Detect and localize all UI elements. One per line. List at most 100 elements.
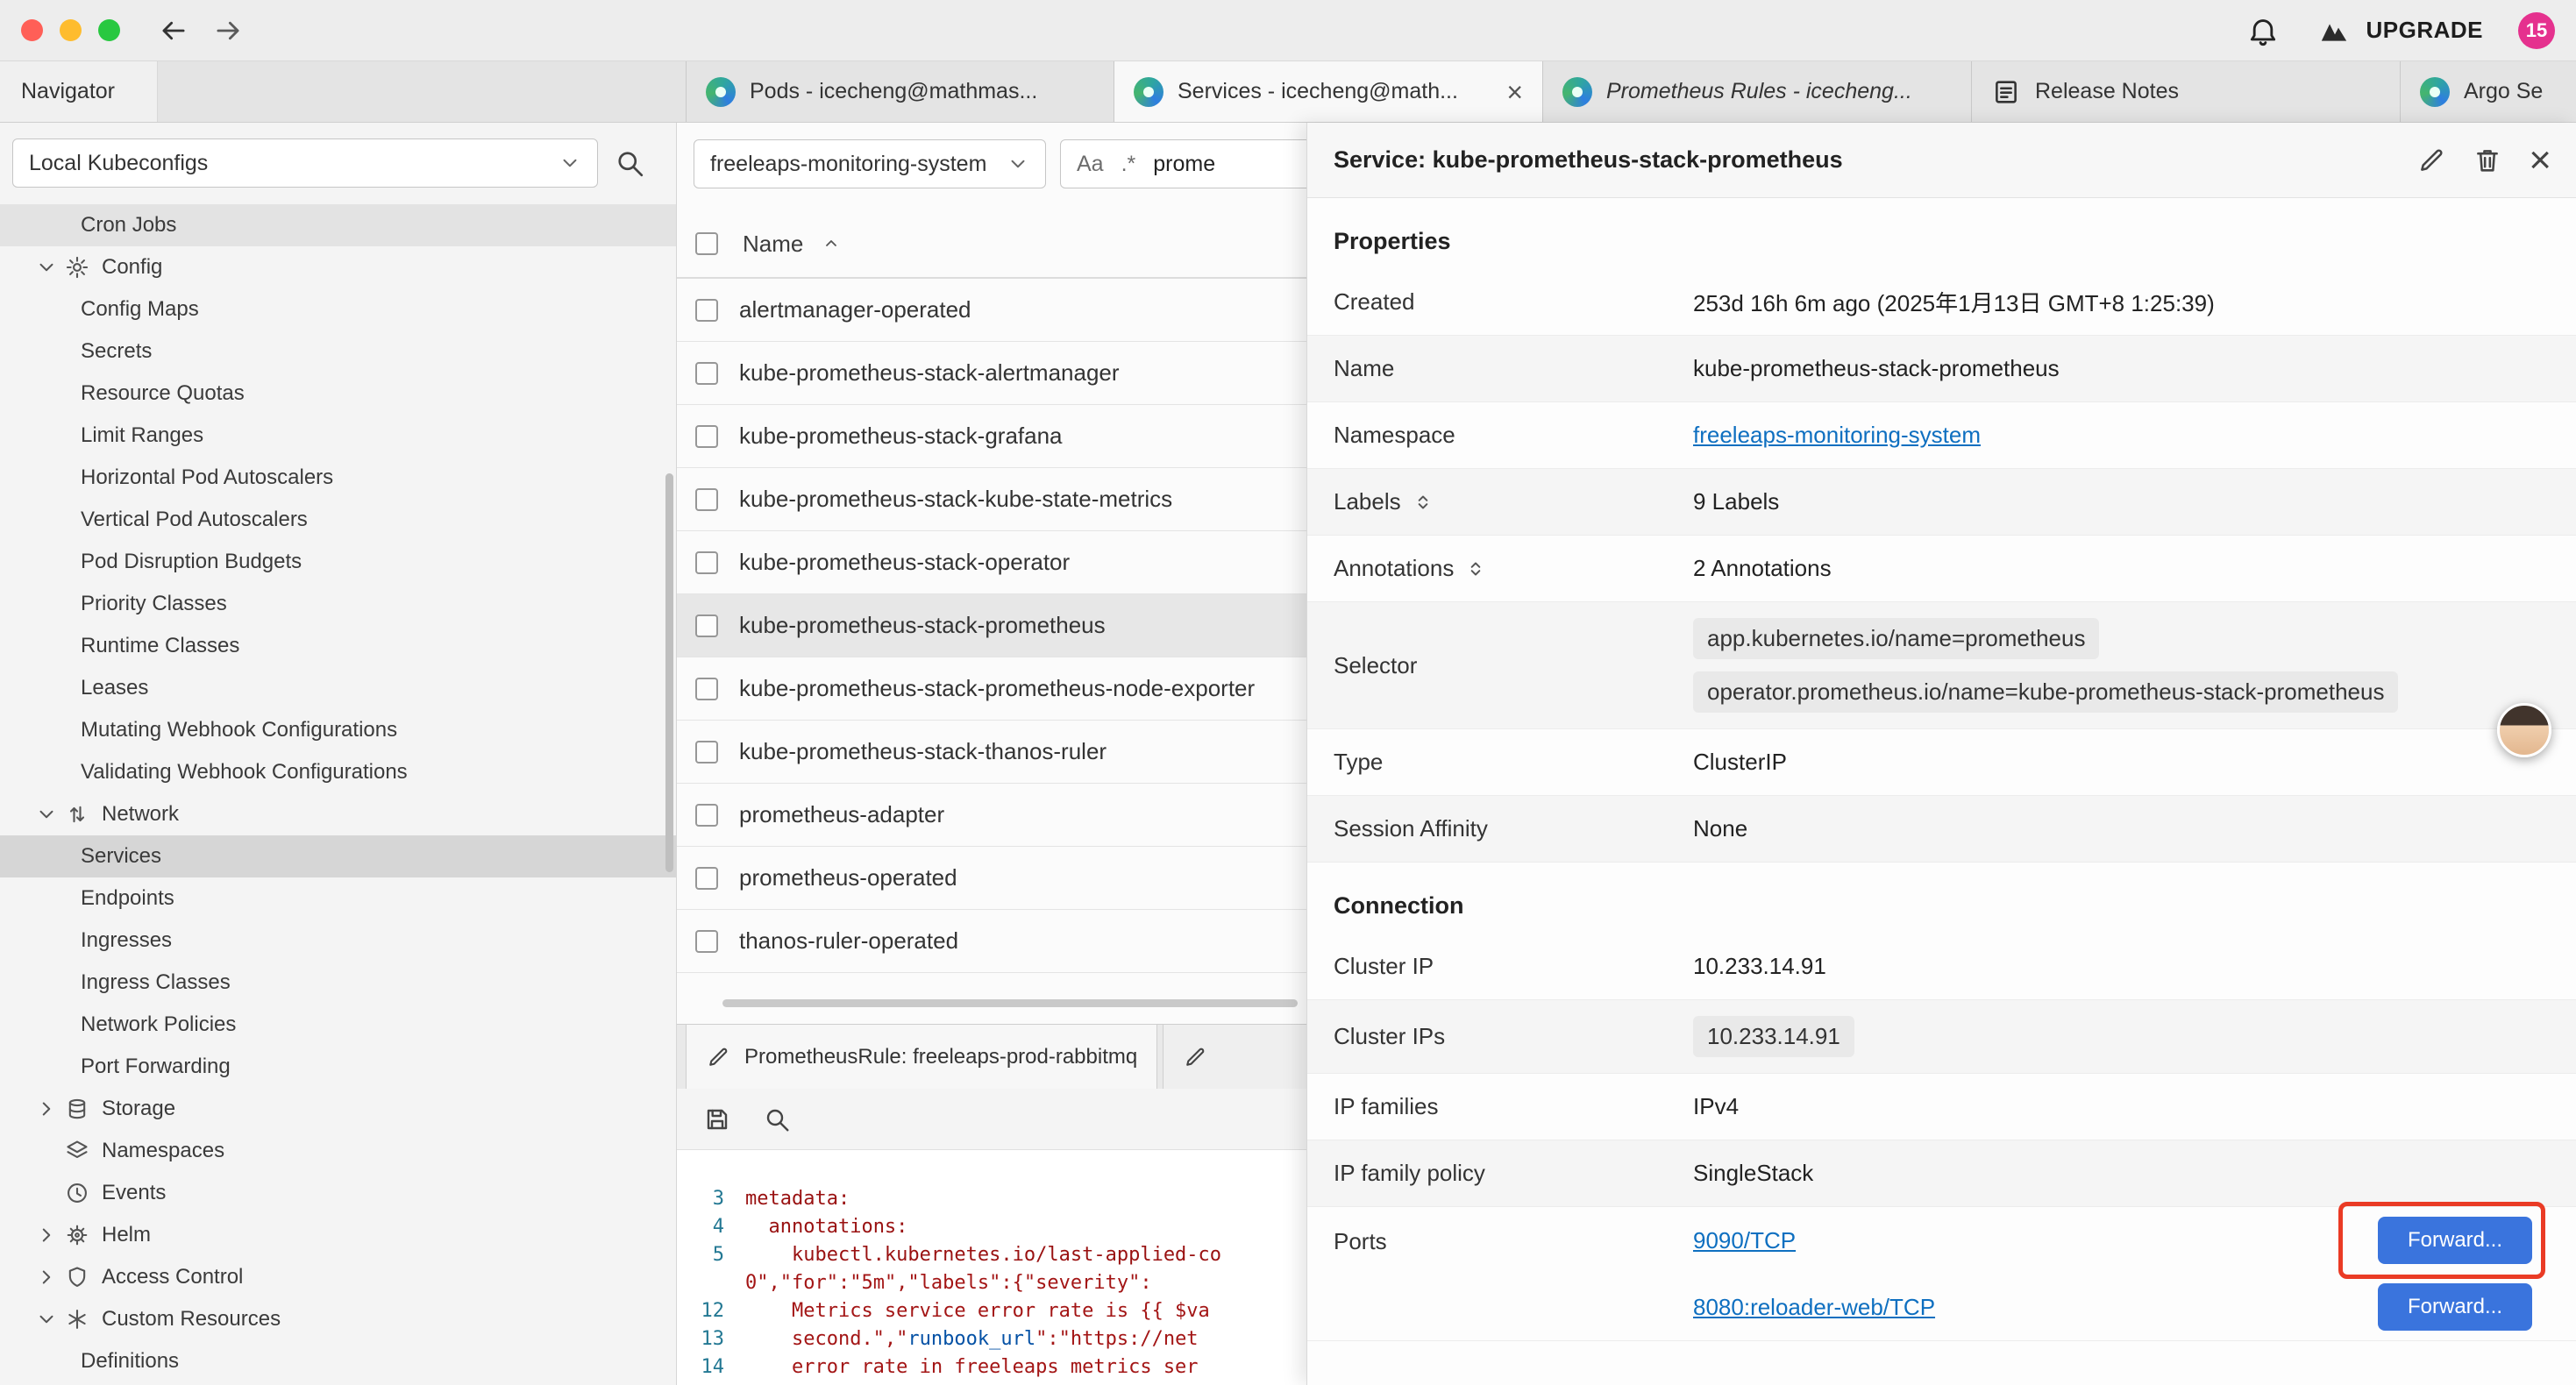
port-forward-button[interactable]: Forward...	[2378, 1283, 2532, 1331]
tab-prometheus-rules-icecheng[interactable]: Prometheus Rules - icecheng...	[1543, 61, 1972, 122]
select-all-checkbox[interactable]	[695, 232, 718, 255]
chevron-down-icon[interactable]	[35, 803, 58, 826]
sidebar-item-storage[interactable]: Storage	[0, 1088, 676, 1130]
property-value: None	[1693, 815, 2576, 842]
tab-pods-icecheng-mathmas[interactable]: Pods - icecheng@mathmas...	[686, 61, 1114, 122]
expand-updown-icon[interactable]	[1412, 491, 1434, 514]
sidebar-item-namespaces[interactable]: Namespaces	[0, 1130, 676, 1172]
close-window-button[interactable]	[21, 19, 43, 41]
sidebar-item-network[interactable]: Network	[0, 793, 676, 835]
row-checkbox[interactable]	[695, 678, 718, 700]
minimize-window-button[interactable]	[60, 19, 82, 41]
property-label: Annotations	[1334, 555, 1693, 582]
sidebar-item-ingress-classes[interactable]: Ingress Classes	[0, 962, 676, 1004]
chevron-right-icon[interactable]	[35, 1224, 58, 1246]
sidebar-item-access-control[interactable]: Access Control	[0, 1256, 676, 1298]
match-case-toggle[interactable]: Aa	[1077, 152, 1104, 177]
sidebar-item-mutating-webhook-configurations[interactable]: Mutating Webhook Configurations	[0, 709, 676, 751]
chevron-down-icon[interactable]	[35, 1308, 58, 1331]
sidebar-item-definitions[interactable]: Definitions	[0, 1340, 676, 1382]
sidebar-item-label: Config Maps	[81, 297, 199, 322]
sidebar-item-label: Namespaces	[102, 1139, 224, 1163]
chevron-down-icon[interactable]	[35, 256, 58, 279]
chevron-right-icon[interactable]	[35, 1266, 58, 1289]
sidebar-item-helm[interactable]: Helm	[0, 1214, 676, 1256]
sidebar-item-label: Pod Disruption Budgets	[81, 550, 302, 574]
property-label-text: Session Affinity	[1334, 815, 1488, 842]
row-checkbox[interactable]	[695, 425, 718, 448]
sidebar-scrollbar[interactable]	[665, 473, 673, 872]
delete-trash-icon[interactable]	[2473, 146, 2502, 175]
property-row-ports: Ports9090/TCPForward...8080:reloader-web…	[1307, 1207, 2576, 1341]
sidebar-item-config-maps[interactable]: Config Maps	[0, 288, 676, 330]
navigator-search-icon[interactable]	[614, 147, 645, 179]
code-token: 0","for":"5m","labels":{"severity":	[745, 1272, 1152, 1294]
sidebar-item-ingresses[interactable]: Ingresses	[0, 920, 676, 962]
sort-ascending-icon[interactable]	[821, 233, 842, 254]
expand-updown-icon[interactable]	[1464, 558, 1487, 580]
navigator-pane-tab[interactable]: Navigator	[0, 61, 158, 122]
maximize-window-button[interactable]	[98, 19, 120, 41]
code-token: second.","	[792, 1328, 907, 1350]
row-checkbox[interactable]	[695, 551, 718, 574]
details-drawer: Service: kube-prometheus-stack-prometheu…	[1306, 123, 2576, 1385]
row-checkbox[interactable]	[695, 867, 718, 890]
row-checkbox[interactable]	[695, 930, 718, 953]
sidebar-item-pod-disruption-budgets[interactable]: Pod Disruption Budgets	[0, 541, 676, 583]
sidebar-item-custom-resources[interactable]: Custom Resources	[0, 1298, 676, 1340]
property-value: kube-prometheus-stack-prometheus	[1693, 355, 2576, 382]
edit-pencil-icon[interactable]	[2416, 146, 2446, 175]
sidebar-item-label: Definitions	[81, 1349, 179, 1374]
row-checkbox[interactable]	[695, 614, 718, 637]
horizontal-scrollbar[interactable]	[722, 999, 1298, 1007]
port-forward-button[interactable]: Forward...	[2378, 1217, 2532, 1264]
row-checkbox[interactable]	[695, 804, 718, 827]
port-link[interactable]: 9090/TCP	[1693, 1227, 1796, 1254]
regex-toggle[interactable]: .*	[1121, 152, 1136, 177]
cluster-logo-icon	[2420, 77, 2450, 107]
sidebar-item-port-forwarding[interactable]: Port Forwarding	[0, 1046, 676, 1088]
sidebar-item-validating-webhook-configurations[interactable]: Validating Webhook Configurations	[0, 751, 676, 793]
row-checkbox[interactable]	[695, 362, 718, 385]
property-row-ip-family-policy: IP family policySingleStack	[1307, 1140, 2576, 1207]
user-avatar[interactable]	[2497, 703, 2551, 757]
save-floppy-icon[interactable]	[703, 1105, 731, 1133]
notifications-bell-icon[interactable]	[2246, 14, 2280, 47]
namespace-select[interactable]: freeleaps-monitoring-system	[694, 139, 1046, 188]
row-checkbox[interactable]	[695, 488, 718, 511]
sidebar-item-priority-classes[interactable]: Priority Classes	[0, 583, 676, 625]
chevron-right-icon[interactable]	[35, 1097, 58, 1120]
editor-search-icon[interactable]	[763, 1105, 791, 1133]
sidebar-item-secrets[interactable]: Secrets	[0, 330, 676, 373]
tab-release-notes[interactable]: Release Notes	[1972, 61, 2401, 122]
sidebar-item-endpoints[interactable]: Endpoints	[0, 877, 676, 920]
dock-tab-prometheusrule-freeleaps-prod-rabbitmq[interactable]: PrometheusRule: freeleaps-prod-rabbitmq	[686, 1025, 1157, 1089]
row-checkbox[interactable]	[695, 741, 718, 764]
port-link[interactable]: 8080:reloader-web/TCP	[1693, 1294, 1935, 1321]
sidebar-item-config[interactable]: Config	[0, 246, 676, 288]
sidebar-item-vertical-pod-autoscalers[interactable]: Vertical Pod Autoscalers	[0, 499, 676, 541]
history-forward-icon[interactable]	[211, 14, 245, 47]
property-row-name: Namekube-prometheus-stack-prometheus	[1307, 336, 2576, 402]
upgrade-button[interactable]: UPGRADE	[2315, 13, 2483, 48]
sidebar-item-horizontal-pod-autoscalers[interactable]: Horizontal Pod Autoscalers	[0, 457, 676, 499]
kubeconfig-source-select[interactable]: Local Kubeconfigs	[12, 138, 598, 188]
tab-close-icon[interactable]: ×	[1506, 78, 1523, 106]
sidebar-item-services[interactable]: Services	[0, 835, 676, 877]
tab-services-icecheng-math[interactable]: Services - icecheng@math...×	[1114, 61, 1543, 122]
sidebar-item-runtime-classes[interactable]: Runtime Classes	[0, 625, 676, 667]
sidebar-item-leases[interactable]: Leases	[0, 667, 676, 709]
namespace-link[interactable]: freeleaps-monitoring-system	[1693, 422, 1981, 448]
sidebar-item-limit-ranges[interactable]: Limit Ranges	[0, 415, 676, 457]
sidebar-item-resource-quotas[interactable]: Resource Quotas	[0, 373, 676, 415]
notification-count-badge[interactable]: 15	[2518, 12, 2555, 49]
sidebar-item-cron-jobs[interactable]: Cron Jobs	[0, 204, 676, 246]
tab-argo-se[interactable]: Argo Se	[2401, 61, 2576, 122]
cluster-logo-icon	[706, 77, 736, 107]
close-drawer-icon[interactable]: ×	[2529, 141, 2551, 180]
sidebar-item-network-policies[interactable]: Network Policies	[0, 1004, 676, 1046]
name-column-header[interactable]: Name	[743, 231, 803, 258]
history-back-icon[interactable]	[157, 14, 190, 47]
sidebar-item-events[interactable]: Events	[0, 1172, 676, 1214]
row-checkbox[interactable]	[695, 299, 718, 322]
